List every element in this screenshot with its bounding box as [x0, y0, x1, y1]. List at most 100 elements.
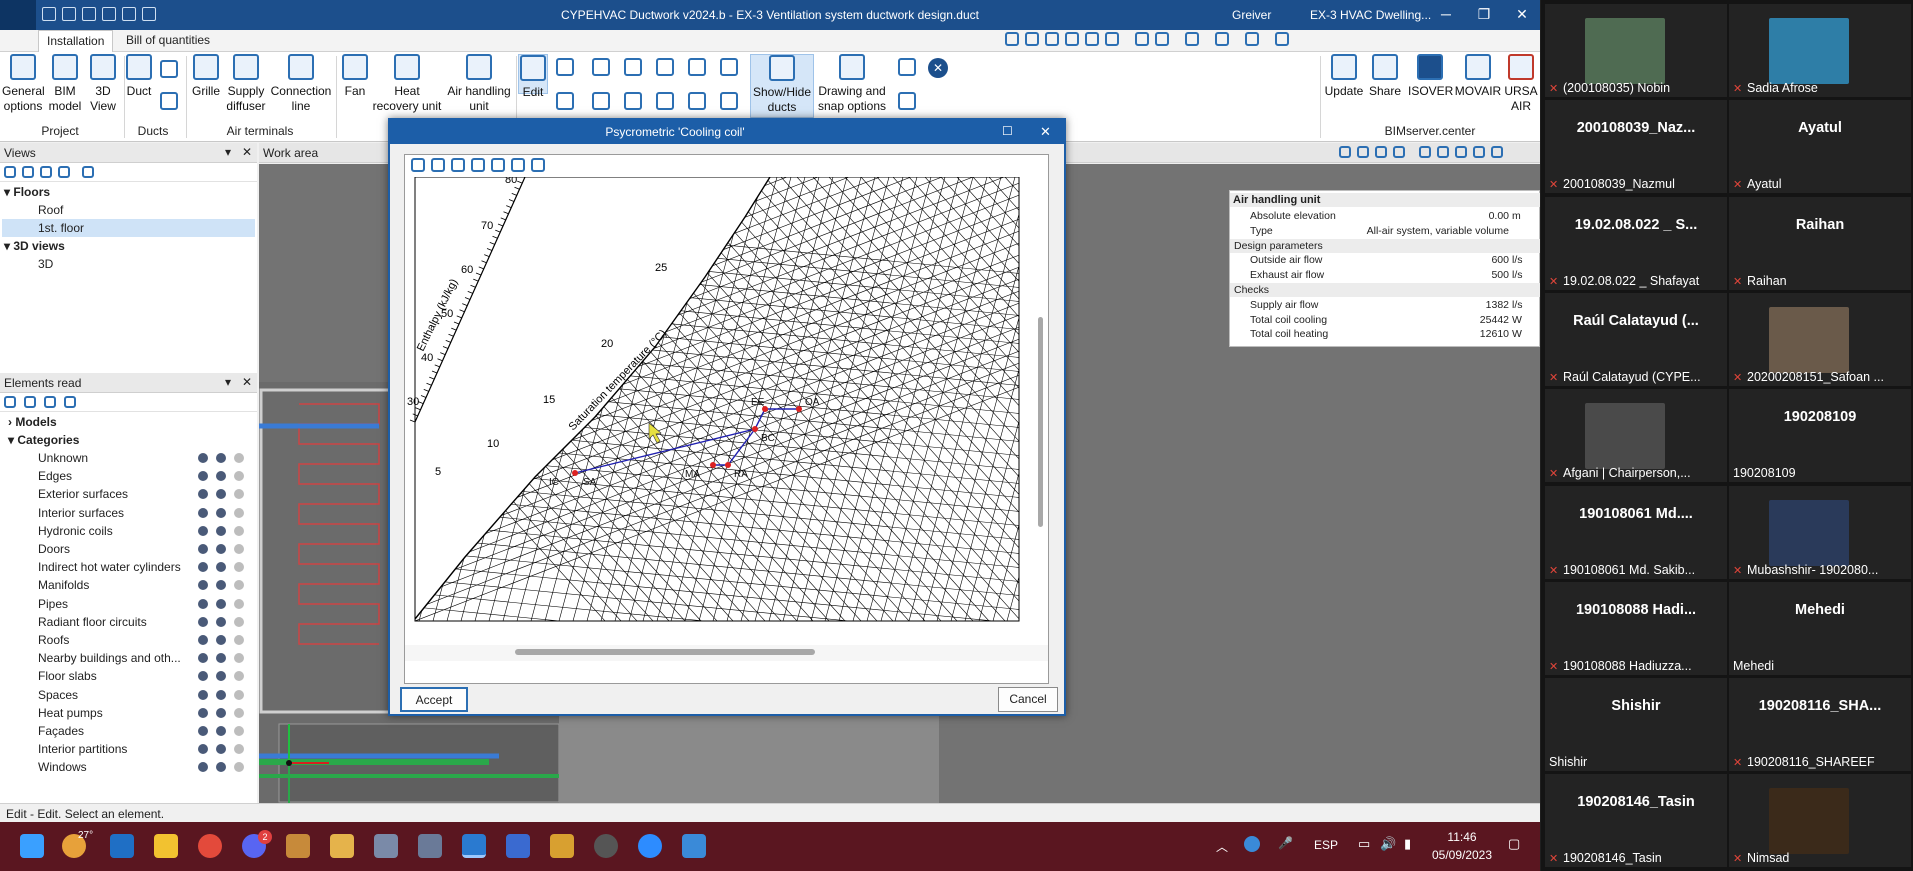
refresh-icon[interactable] [1065, 32, 1079, 46]
zoom-all-icon[interactable] [1045, 32, 1059, 46]
participant-tile[interactable]: Shishir Shishir [1545, 678, 1727, 772]
category-item[interactable]: Pipes [38, 595, 238, 613]
align-2-icon[interactable] [656, 92, 674, 110]
lock-icon[interactable] [234, 671, 244, 682]
participant-tile[interactable]: 19.02.08.022 _ S... ✕ 19.02.08.022 _ Shafa… [1545, 196, 1727, 290]
export-icon[interactable] [531, 158, 545, 172]
chevron-up-icon[interactable]: ︿ [1216, 838, 1228, 855]
category-item[interactable]: Interior partitions [38, 740, 238, 758]
vertical-scrollbar[interactable] [1035, 177, 1047, 643]
cype-app-icon[interactable] [374, 834, 398, 858]
grid-icon[interactable] [1155, 32, 1169, 46]
orbit-icon[interactable] [1105, 32, 1119, 46]
bim-model-button[interactable]: BIM model [48, 54, 82, 114]
camera-icon[interactable] [1473, 146, 1485, 158]
participant-tile[interactable]: 190208146_Tasin ✕ 190208146_Tasin [1545, 774, 1727, 868]
connection-line-button[interactable]: Connection line [268, 54, 334, 114]
share-button[interactable]: Share [1366, 54, 1404, 99]
participant-tile[interactable]: 190208109 190208109 [1729, 389, 1911, 483]
category-item[interactable]: Nearby buildings and oth... [38, 649, 238, 667]
render-icon[interactable] [1419, 146, 1431, 158]
property-value[interactable]: 12610 [1480, 327, 1509, 341]
user-name[interactable]: Greiver [1232, 8, 1271, 22]
category-item[interactable]: Indirect hot water cylinders [38, 558, 238, 576]
collapse-all-icon[interactable] [24, 396, 36, 408]
category-item[interactable]: Hydronic coils [38, 522, 238, 540]
tree-floors[interactable]: ▾ Floors [4, 183, 50, 201]
update-button[interactable]: Update [1322, 54, 1366, 99]
participant-tile[interactable]: ✕ 20200208151_Safoan ... [1729, 292, 1911, 386]
volume-icon[interactable]: 🔊 [1380, 836, 1396, 852]
general-options-button[interactable]: General options [2, 54, 45, 114]
cype-app-2-icon[interactable] [418, 834, 442, 858]
close-panel-icon[interactable]: ✕ [242, 145, 252, 159]
box-icon[interactable] [1357, 146, 1369, 158]
clock-time[interactable]: 11:46 [1432, 830, 1492, 844]
obs-icon[interactable] [594, 834, 618, 858]
category-settings-icon[interactable] [216, 525, 226, 536]
measure-icon[interactable] [1215, 32, 1229, 46]
distribute-icon[interactable] [688, 58, 706, 76]
maximize-button[interactable]: ❐ [1470, 6, 1498, 23]
close-button[interactable]: ✕ [1508, 6, 1536, 23]
category-item[interactable]: Roofs [38, 631, 238, 649]
light-icon[interactable] [1393, 146, 1405, 158]
edit-button[interactable]: Edit [518, 54, 548, 99]
property-value[interactable]: 25442 [1480, 313, 1509, 327]
lock-icon[interactable] [234, 525, 244, 536]
visibility-eye-icon[interactable] [198, 689, 208, 700]
cancel-button[interactable]: Cancel [998, 687, 1058, 712]
visibility-eye-icon[interactable] [198, 726, 208, 736]
scrollbar-thumb[interactable] [1038, 317, 1043, 527]
filter-icon[interactable] [44, 396, 56, 408]
fan-button[interactable]: Fan [340, 54, 370, 99]
participant-tile[interactable]: Raihan ✕ Raihan [1729, 196, 1911, 290]
category-settings-icon[interactable] [216, 689, 226, 700]
category-settings-icon[interactable] [216, 453, 226, 463]
section-icon[interactable] [1339, 146, 1351, 158]
snap-icon[interactable] [1135, 32, 1149, 46]
rotate-icon[interactable] [556, 92, 574, 110]
tree-categories[interactable]: ▾ Categories [8, 431, 79, 449]
notification-center-icon[interactable]: ▢ [1508, 836, 1520, 852]
zoom-in-icon[interactable] [411, 158, 425, 172]
split-icon[interactable] [720, 92, 738, 110]
lock-icon[interactable] [234, 689, 244, 700]
minimize-button[interactable]: ─ [1432, 6, 1460, 22]
add-view-icon[interactable] [4, 166, 16, 178]
layers-icon[interactable] [1185, 32, 1199, 46]
network-icon[interactable] [1244, 836, 1260, 852]
visibility-eye-icon[interactable] [198, 598, 208, 609]
category-settings-icon[interactable] [216, 616, 226, 627]
category-settings-icon[interactable] [216, 726, 226, 736]
property-value[interactable]: 600 [1491, 253, 1509, 267]
language-indicator[interactable]: ESP [1314, 838, 1338, 852]
property-value[interactable]: 1382 [1486, 298, 1509, 312]
lock-icon[interactable] [234, 616, 244, 627]
accept-button[interactable]: Accept [400, 687, 468, 712]
accessory-icon[interactable] [160, 60, 178, 78]
project-switch[interactable]: EX-3 HVAC Dwelling... [1310, 8, 1431, 22]
supply-diffuser-button[interactable]: Supply diffuser [224, 54, 268, 114]
app-icon[interactable] [286, 834, 310, 858]
category-item[interactable]: Floor slabs [38, 667, 238, 685]
participant-tile[interactable]: ✕ Sadia Afrose [1729, 4, 1911, 97]
move-icon[interactable] [556, 58, 574, 76]
accessory-2-icon[interactable] [160, 92, 178, 110]
wireframe-icon[interactable] [1437, 146, 1449, 158]
help-icon[interactable] [1275, 32, 1289, 46]
chrome-icon[interactable] [198, 834, 222, 858]
tree-models[interactable]: › Models [8, 413, 57, 431]
close-panel-icon[interactable]: ✕ [242, 375, 252, 389]
category-settings-icon[interactable] [216, 707, 226, 718]
ursa-air-button[interactable]: URSA AIR [1504, 54, 1538, 114]
settings-icon[interactable] [64, 396, 76, 408]
clock-date[interactable]: 05/09/2023 [1428, 848, 1496, 862]
duct-button[interactable]: Duct [124, 54, 154, 99]
translate-icon[interactable] [624, 58, 642, 76]
dialog-maximize-icon[interactable]: ☐ [1002, 124, 1013, 138]
participant-tile[interactable]: ✕ (200108035) Nobin [1545, 4, 1727, 97]
copy-icon[interactable] [592, 58, 610, 76]
lock-icon[interactable] [234, 598, 244, 609]
expand-all-icon[interactable] [4, 396, 16, 408]
